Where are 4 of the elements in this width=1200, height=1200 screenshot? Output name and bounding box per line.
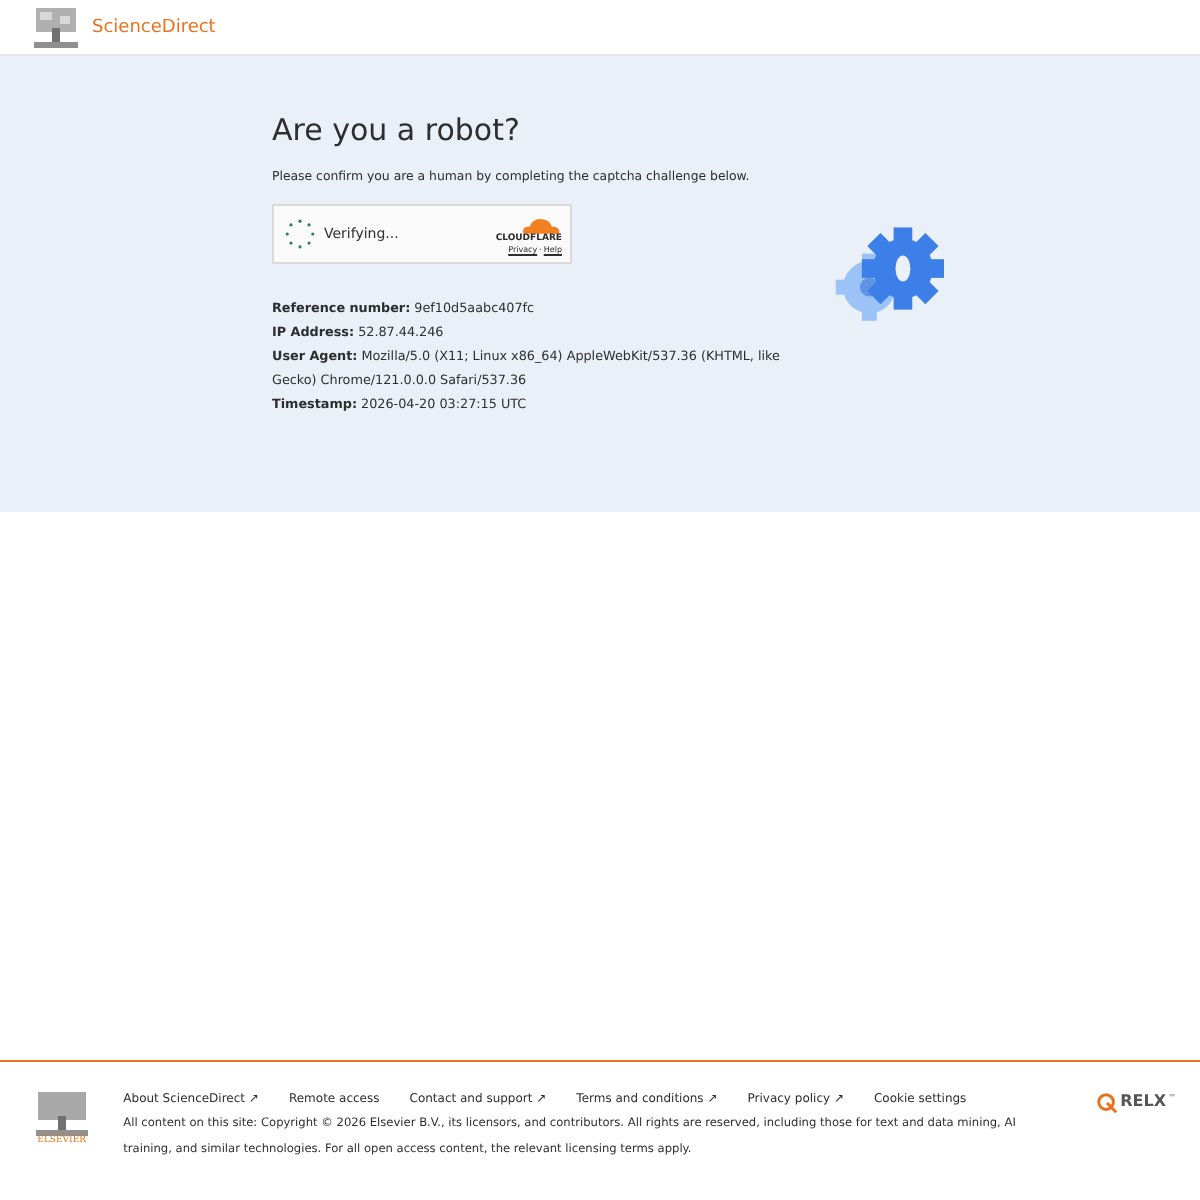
page-title: Are you a robot? <box>272 112 522 148</box>
cloud-logo-icon <box>518 215 562 233</box>
relx-name: RELX <box>1120 1092 1166 1110</box>
spinner-icon <box>284 218 316 250</box>
